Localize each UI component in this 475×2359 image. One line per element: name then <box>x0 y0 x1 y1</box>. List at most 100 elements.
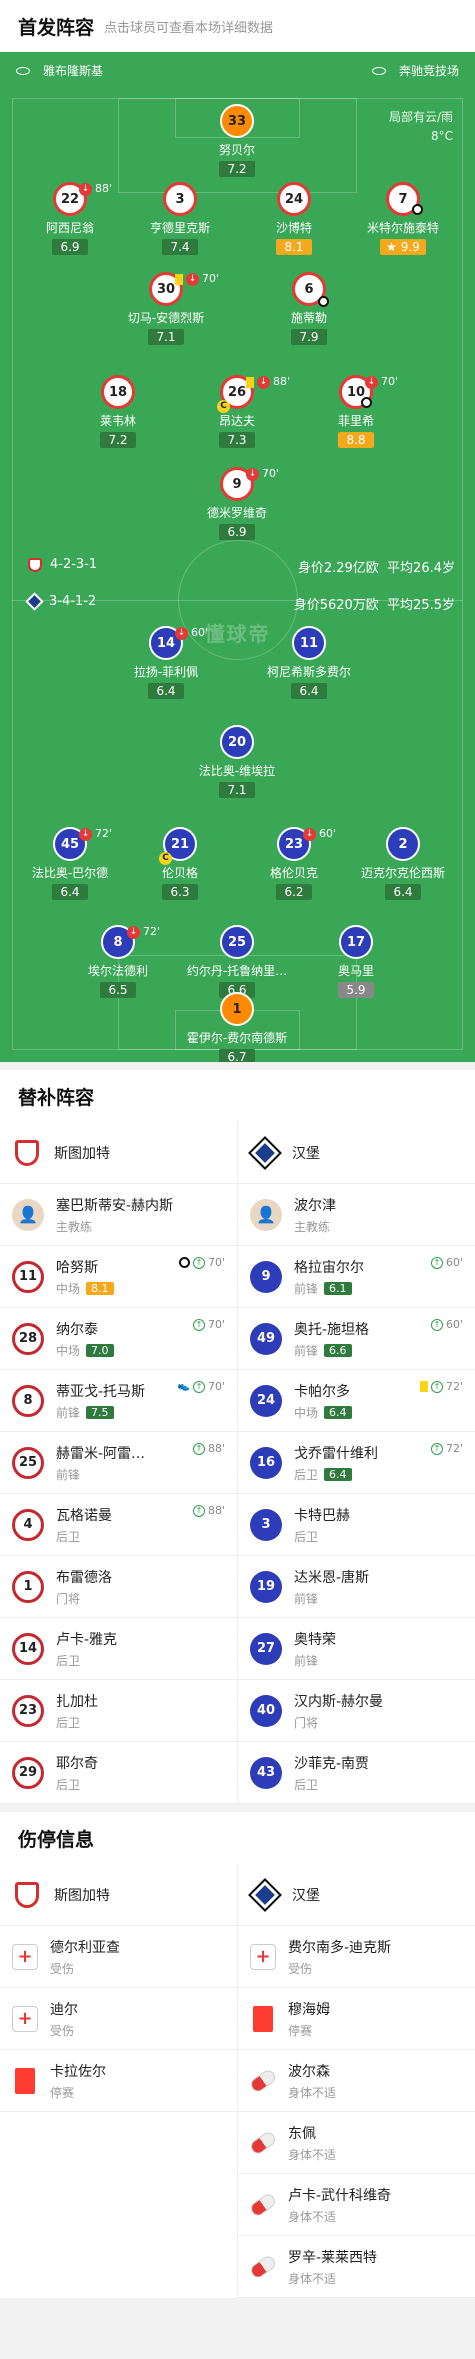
player-name: 昂达夫 <box>218 414 255 428</box>
injury-row[interactable]: + 迪尔 受伤 <box>0 1988 237 2050</box>
home-player[interactable]: 18 莱韦林 7.2 <box>62 375 174 448</box>
sub-player-row[interactable]: 40 汉内斯-赫尔曼 门将 <box>238 1680 475 1742</box>
home-player[interactable]: 6 施蒂勒 7.9 <box>253 272 365 345</box>
home-team-row[interactable]: 斯图加特 <box>0 1122 237 1184</box>
player-position: 中场 <box>294 1405 319 1420</box>
sub-player-row[interactable]: 16 戈乔雷什维利 后卫 6.4 ↑ 72' <box>238 1432 475 1494</box>
player-name: 伦贝格 <box>161 866 198 880</box>
injuries-title: 伤停信息 <box>18 1828 95 1851</box>
player-name: 赫雷米-阿雷… <box>56 1445 146 1462</box>
player-rating: 7.9 <box>291 329 327 345</box>
sub-event: ↑ 72' <box>419 1380 463 1393</box>
hsv-crest-icon <box>25 592 44 611</box>
sub-player-row[interactable]: 11 哈努斯 中场 8.1 ↑ 70' <box>0 1246 237 1308</box>
home-team-row[interactable]: 斯图加特 <box>0 1864 237 1926</box>
sub-player-row[interactable]: 24 卡帕尔多 中场 6.4 ↑ 72' <box>238 1370 475 1432</box>
away-team-row[interactable]: 汉堡 <box>238 1122 475 1184</box>
player-name: 波尔森 <box>288 2063 330 2080</box>
away-venue-label: 奔驰竞技场 <box>398 64 459 78</box>
away-player[interactable]: 21 伦贝格 6.3 <box>124 827 236 900</box>
away-stats: 身价5620万欧 平均25.5岁 <box>294 594 455 613</box>
sub-player-row[interactable]: 27 奥特荣 前锋 <box>238 1618 475 1680</box>
player-position: 前锋 <box>294 1343 319 1358</box>
player-name: 汉内斯-赫尔曼 <box>294 1693 384 1710</box>
sub-player-row[interactable]: 1 布雷德洛 门将 <box>0 1556 237 1618</box>
player-rating: 7.1 <box>148 329 184 345</box>
injury-row[interactable]: 卡拉佐尔 停赛 <box>0 2050 237 2112</box>
home-player[interactable]: 24 沙博特 8.1 <box>238 182 350 255</box>
player-position: 前锋 <box>56 1405 81 1420</box>
injury-columns: 斯图加特 + 德尔利亚查 受伤 + 迪尔受伤 卡拉佐尔 停赛 汉堡 + 费尔南多-迪… <box>0 1864 475 2298</box>
sub-minute: 70' <box>381 375 399 388</box>
sub-player-row[interactable]: 8 蒂亚戈-托马斯 前锋 7.5 👟 ↑ 70' <box>0 1370 237 1432</box>
sub-player-row[interactable]: 43 沙菲克-南贾 后卫 <box>238 1742 475 1804</box>
injury-row[interactable]: 穆海姆 停赛 <box>238 1988 475 2050</box>
injury-status: 受伤 <box>50 2023 75 2038</box>
sub-event: ↑ 60' <box>430 1256 463 1269</box>
away-player[interactable]: 25 约尔丹-托鲁纳里… 6.6 <box>181 925 293 998</box>
sub-player-row[interactable]: 19 达米恩-唐斯 前锋 <box>238 1556 475 1618</box>
injury-row[interactable]: 罗辛-莱莱西特 身体不适 <box>238 2236 475 2298</box>
away-coach-row[interactable]: 👤 波尔津 主教练 <box>238 1184 475 1246</box>
away-avg-age: 平均25.5岁 <box>387 598 455 613</box>
away-team-row[interactable]: 汉堡 <box>238 1864 475 1926</box>
player-name: 罗辛-莱莱西特 <box>288 2249 378 2266</box>
pitch: 雅布隆斯基 奔驰竞技场 局部有云/雨 8°C 懂球帝 4-2-3-1 身价2.2… <box>0 52 475 1062</box>
yellow-card-icon <box>246 376 254 388</box>
player-name: 迈克尔克伦西斯 <box>360 866 445 880</box>
injury-row[interactable]: 卢卡-武什科维奇 身体不适 <box>238 2174 475 2236</box>
player-name: 纳尔泰 <box>56 1321 98 1338</box>
sub-in-icon: ↑ <box>192 1442 205 1455</box>
sub-player-row[interactable]: 28 纳尔泰 中场 7.0 ↑ 70' <box>0 1308 237 1370</box>
player-position: 后卫 <box>56 1777 81 1792</box>
injury-row[interactable]: 波尔森 身体不适 <box>238 2050 475 2112</box>
jersey-number: 24 <box>250 1384 282 1417</box>
sub-player-row[interactable]: 4 瓦格诺曼 后卫 ↑ 88' <box>0 1494 237 1556</box>
assist-icon: 👟 <box>177 1381 190 1392</box>
sub-player-row[interactable]: 3 卡特巴赫 后卫 <box>238 1494 475 1556</box>
sub-minute: 88' <box>207 1442 225 1455</box>
sub-minute: 60' <box>445 1318 463 1331</box>
home-player[interactable]: 3 亨德里克斯 7.4 <box>124 182 236 255</box>
jersey-number: 17 <box>339 925 373 959</box>
goal-ball-icon <box>318 296 329 307</box>
player-position: 前锋 <box>56 1467 81 1482</box>
away-player[interactable]: 17 奥马里 5.9 <box>300 925 412 998</box>
player-name: 施蒂勒 <box>290 311 327 325</box>
home-player[interactable]: 33 努贝尔 7.2 <box>181 104 293 177</box>
coach-avatar: 👤 <box>12 1198 44 1231</box>
away-player[interactable]: 2 迈克尔克伦西斯 6.4 <box>347 827 459 900</box>
player-rating: ★ 9.9 <box>380 239 426 255</box>
sub-minute: 88' <box>95 182 113 195</box>
sub-event: ↑ 70' <box>178 1256 225 1269</box>
medical-kit-icon: + <box>250 1943 276 1970</box>
away-player[interactable]: 20 法比奥-维埃拉 7.1 <box>181 725 293 798</box>
sub-player-row[interactable]: 29 耶尔奇 后卫 <box>0 1742 237 1804</box>
sub-player-row[interactable]: 49 奥托-施坦格 前锋 6.6 ↑ 60' <box>238 1308 475 1370</box>
player-rating: 7.1 <box>219 782 255 798</box>
home-venue: 雅布隆斯基 <box>16 62 103 79</box>
injury-row[interactable]: + 费尔南多-迪克斯 受伤 <box>238 1926 475 1988</box>
lineup-title: 首发阵容 <box>18 16 95 39</box>
injury-row[interactable]: 东佩 身体不适 <box>238 2112 475 2174</box>
sub-off-event: ↓ 72' <box>79 827 112 841</box>
coach-name: 塞巴斯蒂安-赫内斯 <box>56 1197 174 1214</box>
player-rating: 6.1 <box>324 1281 352 1295</box>
home-coach-row[interactable]: 👤 塞巴斯蒂安-赫内斯 主教练 <box>0 1184 237 1246</box>
player-position: 后卫 <box>56 1529 81 1544</box>
away-player[interactable]: 11 柯尼希斯多费尔 6.4 <box>253 626 365 699</box>
sub-player-row[interactable]: 9 格拉宙尔尔 前锋 6.1 ↑ 60' <box>238 1246 475 1308</box>
away-player[interactable]: 1 霍伊尔-费尔南德斯 6.7 <box>181 992 293 1062</box>
sub-minute: 88' <box>273 375 291 388</box>
home-injuries: 斯图加特 + 德尔利亚查 受伤 + 迪尔 受伤 卡拉佐尔 停赛 <box>0 1864 237 2298</box>
player-name: 约尔丹-托鲁纳里… <box>186 964 288 978</box>
sub-player-row[interactable]: 25 赫雷米-阿雷… 前锋 ↑ 88' <box>0 1432 237 1494</box>
home-player[interactable]: 7 米特尔施泰特 ★ 9.9 <box>347 182 459 255</box>
jersey-number: 1 <box>12 1570 44 1603</box>
player-rating: 6.6 <box>324 1343 352 1357</box>
jersey-number: 25 <box>12 1446 44 1479</box>
player-name: 迪尔 <box>50 2001 78 2018</box>
injury-row[interactable]: + 德尔利亚查 受伤 <box>0 1926 237 1988</box>
sub-player-row[interactable]: 23 扎加杜 后卫 <box>0 1680 237 1742</box>
sub-player-row[interactable]: 14 卢卡-雅克 后卫 <box>0 1618 237 1680</box>
